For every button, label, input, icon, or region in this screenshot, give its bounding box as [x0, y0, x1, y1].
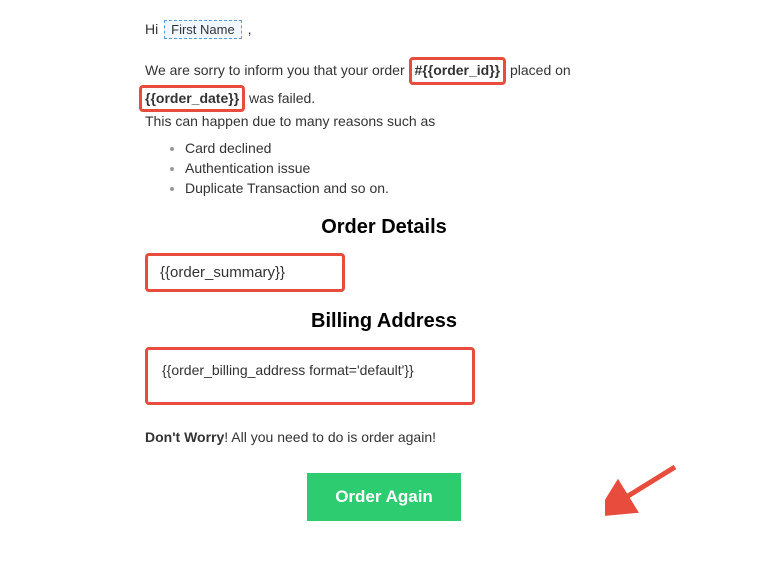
dont-worry-text: Don't Worry! All you need to do is order… [145, 429, 623, 445]
dont-worry-rest: ! All you need to do is order again! [224, 429, 436, 445]
order-again-button[interactable]: Order Again [307, 473, 461, 521]
billing-address-heading: Billing Address [145, 310, 623, 333]
intro-part2: placed on [506, 62, 571, 78]
list-item: Card declined [185, 140, 623, 156]
order-id-variable: #{{order_id}} [415, 62, 501, 78]
annotation-arrow-icon [605, 459, 685, 519]
email-template-container: Hi First Name , We are sorry to inform y… [0, 0, 768, 541]
billing-address-variable-highlight: {{order_billing_address format='default'… [145, 347, 475, 405]
greeting-suffix: , [248, 21, 252, 37]
first-name-merge-tag[interactable]: First Name [164, 20, 242, 39]
intro-text: We are sorry to inform you that your ord… [145, 57, 623, 132]
intro-line2: This can happen due to many reasons such… [145, 113, 435, 129]
order-date-variable: {{order_date}} [145, 90, 239, 106]
failure-reasons-list: Card declined Authentication issue Dupli… [145, 140, 623, 196]
order-details-heading: Order Details [145, 216, 623, 239]
cta-wrapper: Order Again [145, 473, 623, 521]
greeting-prefix: Hi [145, 21, 158, 37]
order-summary-variable: {{order_summary}} [160, 264, 285, 281]
list-item: Duplicate Transaction and so on. [185, 180, 623, 196]
order-date-variable-highlight: {{order_date}} [139, 85, 245, 113]
order-id-variable-highlight: #{{order_id}} [409, 57, 507, 85]
intro-part3: was failed. [245, 90, 315, 106]
greeting-line: Hi First Name , [145, 20, 623, 39]
order-summary-variable-highlight: {{order_summary}} [145, 253, 345, 292]
list-item: Authentication issue [185, 160, 623, 176]
billing-address-variable: {{order_billing_address format='default'… [162, 362, 414, 378]
intro-part1: We are sorry to inform you that your ord… [145, 62, 409, 78]
dont-worry-bold: Don't Worry [145, 429, 224, 445]
